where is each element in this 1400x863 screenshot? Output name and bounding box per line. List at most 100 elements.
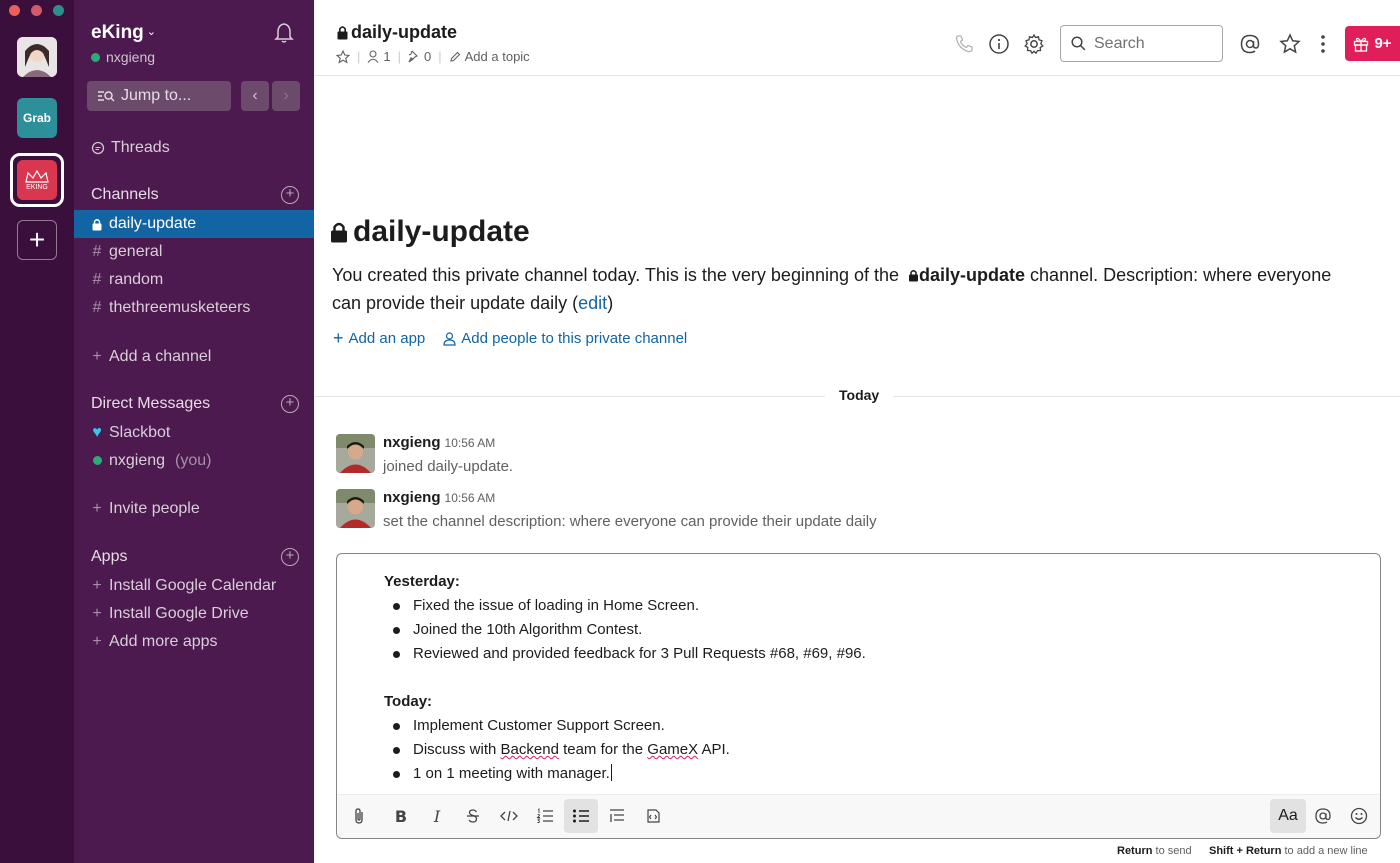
bell-icon[interactable]: [273, 22, 295, 49]
code-block-button[interactable]: [636, 799, 670, 833]
formatting-toggle-button[interactable]: Aa: [1270, 799, 1306, 833]
mentions-icon[interactable]: [1239, 33, 1261, 55]
channel-intro-description: You created this private channel today. …: [332, 261, 1332, 317]
back-button[interactable]: ‹: [241, 81, 269, 111]
add-topic-link[interactable]: Add a topic: [449, 49, 530, 64]
strikethrough-button[interactable]: [456, 799, 490, 833]
quote-icon: [610, 809, 624, 822]
sidebar-item-slackbot[interactable]: ♥ Slackbot: [74, 419, 314, 447]
pin-count[interactable]: 0: [408, 49, 431, 64]
install-google-drive-link[interactable]: + Install Google Drive: [74, 600, 314, 628]
add-channel-link[interactable]: + Add a channel: [74, 343, 314, 371]
add-more-apps-link[interactable]: + Add more apps: [74, 628, 314, 656]
avatar[interactable]: [336, 489, 375, 528]
app-label: Install Google Calendar: [109, 577, 277, 594]
team-name-menu[interactable]: eKing ⌄: [91, 22, 156, 44]
message-text: joined daily-update.: [383, 458, 514, 475]
sidebar-item-self-dm[interactable]: nxgieng (you): [74, 447, 314, 475]
add-app-icon[interactable]: +: [281, 548, 299, 566]
today-heading: Today:: [384, 693, 433, 710]
today-list: Implement Customer Support Screen. Discu…: [389, 714, 1284, 786]
dm-label: Slackbot: [109, 424, 171, 441]
close-window-button[interactable]: [9, 5, 20, 16]
apps-heading[interactable]: Apps: [91, 548, 127, 566]
sidebar-item-threads[interactable]: Threads: [74, 134, 314, 162]
member-count[interactable]: 1: [367, 49, 391, 64]
install-google-calendar-link[interactable]: + Install Google Calendar: [74, 572, 314, 600]
phone-icon[interactable]: [953, 33, 975, 55]
invite-people-link[interactable]: + Invite people: [74, 495, 314, 523]
paperclip-icon: [355, 808, 363, 824]
workspace-grab[interactable]: Grab: [17, 98, 57, 138]
message-timestamp[interactable]: 10:56 AM: [445, 436, 496, 450]
emoji-button[interactable]: [1342, 799, 1376, 833]
hash-icon: #: [92, 299, 102, 316]
channel-title[interactable]: daily-update: [336, 22, 457, 43]
attach-file-button[interactable]: [342, 799, 376, 833]
info-icon[interactable]: [988, 33, 1010, 55]
composer-text-area[interactable]: Yesterday: Fixed the issue of loading in…: [384, 570, 1284, 786]
sidebar-item-random[interactable]: # random: [74, 266, 314, 294]
mention-button[interactable]: [1306, 799, 1340, 833]
bulleted-list-button[interactable]: [564, 799, 598, 833]
add-topic-label: Add a topic: [464, 49, 530, 64]
sidebar-item-general[interactable]: # general: [74, 238, 314, 266]
member-count-value: 1: [383, 49, 391, 64]
spellcheck-word[interactable]: GameX: [647, 741, 698, 758]
message-composer[interactable]: Yesterday: Fixed the issue of loading in…: [336, 553, 1381, 839]
starred-items-icon[interactable]: [1279, 33, 1301, 55]
plus-icon: +: [333, 328, 344, 348]
intro-channel-mention[interactable]: daily-update: [919, 265, 1025, 285]
message-text: set the channel description: where every…: [383, 513, 877, 530]
gear-icon[interactable]: [1023, 33, 1045, 55]
message-author[interactable]: nxgieng 10:56 AM: [383, 489, 495, 506]
add-workspace-button[interactable]: +: [17, 220, 57, 260]
channels-heading[interactable]: Channels: [91, 186, 159, 204]
message-author[interactable]: nxgieng 10:56 AM: [383, 434, 495, 451]
formatting-icon: Aa: [1278, 807, 1298, 824]
member-icon: [367, 50, 379, 63]
composer-toolbar: B I Aa: [337, 794, 1380, 838]
sidebar-item-daily-update[interactable]: daily-update: [74, 210, 314, 238]
add-app-label: Add an app: [348, 330, 426, 347]
chevron-right-icon: ›: [283, 87, 289, 104]
avatar[interactable]: [336, 434, 375, 473]
direct-messages-heading[interactable]: Direct Messages: [91, 395, 210, 413]
lock-icon: [92, 218, 102, 230]
list-item: Joined the 10th Algorithm Contest.: [389, 618, 1284, 642]
workspace-eking[interactable]: EKING: [17, 160, 57, 200]
message-timestamp[interactable]: 10:56 AM: [445, 491, 496, 505]
minimize-window-button[interactable]: [31, 5, 42, 16]
italic-button[interactable]: I: [420, 799, 454, 833]
spellcheck-word[interactable]: Backend: [501, 741, 559, 758]
you-suffix: (you): [175, 452, 212, 469]
jump-to-button[interactable]: Jump to...: [87, 81, 231, 111]
threads-icon: [91, 141, 105, 155]
channel-label: daily-update: [109, 215, 197, 232]
more-options-icon[interactable]: [1312, 33, 1334, 55]
edit-description-link[interactable]: edit: [578, 293, 607, 313]
add-people-link[interactable]: Add people to this private channel: [443, 328, 687, 349]
star-icon[interactable]: [336, 49, 350, 64]
forward-button[interactable]: ›: [272, 81, 300, 111]
grab-logo-text: Grab: [22, 111, 51, 125]
workspace-avatar-personal[interactable]: [17, 37, 57, 77]
whats-new-button[interactable]: 9+: [1345, 26, 1400, 61]
maximize-window-button[interactable]: [53, 5, 64, 16]
at-sign-icon: [1315, 808, 1331, 824]
message-item[interactable]: nxgieng 10:56 AM set the channel descript…: [336, 489, 1336, 539]
channel-header: daily-update | 1 | 0 | Add a topic Searc…: [314, 0, 1400, 76]
add-app-link[interactable]: + Add an app: [333, 328, 425, 349]
add-dm-icon[interactable]: +: [281, 395, 299, 413]
quote-button[interactable]: [600, 799, 634, 833]
message-item[interactable]: nxgieng 10:56 AM joined daily-update.: [336, 434, 1336, 484]
add-channel-icon[interactable]: +: [281, 186, 299, 204]
code-button[interactable]: [492, 799, 526, 833]
invite-label: Invite people: [109, 500, 200, 517]
sidebar-item-thethreemusketeers[interactable]: # thethreemusketeers: [74, 294, 314, 322]
current-user[interactable]: nxgieng: [91, 49, 155, 65]
search-input[interactable]: Search: [1060, 25, 1223, 62]
search-placeholder: Search: [1094, 34, 1145, 52]
ordered-list-button[interactable]: [528, 799, 562, 833]
bold-button[interactable]: B: [384, 799, 418, 833]
